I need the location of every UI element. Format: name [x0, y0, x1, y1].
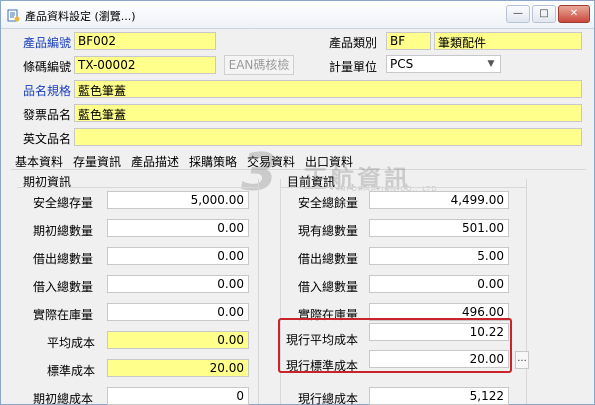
initial-row-value: 5,000.00 — [107, 191, 249, 209]
tab-purchase-strategy[interactable]: 採購策略 — [189, 153, 237, 170]
initial-row-value: 0.00 — [107, 219, 249, 237]
english-name-label: 英文品名 — [23, 132, 72, 146]
initial-row-label: 期初總成本 — [33, 392, 94, 405]
initial-row-label: 安全總存量 — [33, 196, 94, 210]
initial-row-value-editable[interactable]: 20.00 — [107, 359, 249, 377]
tab-content-border — [11, 169, 586, 170]
barcode-field[interactable]: TX-00002 — [74, 56, 216, 74]
tab-product-description[interactable]: 產品描述 — [131, 153, 179, 170]
maximize-button[interactable]: □ — [532, 5, 556, 23]
unit-label: 計量單位 — [329, 60, 378, 74]
product-category-name-field: 筆類配件 — [434, 32, 582, 50]
initial-row-label: 標準成本 — [47, 364, 96, 378]
unit-select-value: PCS — [390, 57, 414, 71]
initial-section-divider — [17, 187, 257, 188]
current-section-right-border — [526, 179, 527, 404]
initial-row-value-editable[interactable]: 0.00 — [107, 331, 249, 349]
product-code-label: 產品編號 — [23, 36, 72, 50]
initial-row-label: 借入總數量 — [33, 280, 94, 294]
spec-label: 品名規格 — [23, 84, 72, 98]
tab-basic-info[interactable]: 基本資料 — [15, 153, 63, 170]
product-category-label: 產品類別 — [329, 36, 378, 50]
chevron-down-icon[interactable]: ▼ — [484, 57, 498, 71]
english-name-field[interactable] — [74, 128, 582, 146]
current-row-label: 借入總數量 — [298, 280, 359, 294]
invoice-name-label: 發票品名 — [23, 108, 72, 122]
initial-section-right-border — [258, 179, 259, 404]
spec-field[interactable]: 藍色筆蓋 — [74, 80, 582, 98]
current-row-value: 5.00 — [369, 247, 509, 265]
current-row-value: 0.00 — [369, 275, 509, 293]
initial-row-value: 0.00 — [107, 303, 249, 321]
minimize-button[interactable]: — — [506, 5, 530, 23]
document-icon — [7, 9, 20, 22]
current-row-label: 借出總數量 — [298, 252, 359, 266]
initial-row-label: 借出總數量 — [33, 252, 94, 266]
title-bar: 產品資料設定 (瀏覽...) — □ ✕ — [1, 1, 594, 29]
initial-row-label: 期初總數量 — [33, 224, 94, 238]
initial-row-value: 0.00 — [107, 247, 249, 265]
tab-stock-info[interactable]: 存量資訊 — [73, 153, 121, 170]
ean-check-button[interactable]: EAN碼核檢 — [224, 55, 294, 75]
cost-highlight-box — [278, 318, 512, 373]
product-settings-window: 產品資料設定 (瀏覽...) — □ ✕ 產品編號 BF002 產品類別 BF … — [0, 0, 595, 405]
current-row-label: 安全總餘量 — [298, 196, 359, 210]
product-category-code-field[interactable]: BF — [386, 32, 431, 50]
current-row-value: 501.00 — [369, 219, 509, 237]
window-title: 產品資料設定 (瀏覽...) — [25, 10, 136, 23]
current-row-label: 現有總數量 — [298, 224, 359, 238]
initial-row-value: 0.00 — [107, 275, 249, 293]
initial-row-label: 平均成本 — [47, 336, 96, 350]
current-section-divider — [281, 187, 526, 188]
tab-transaction-data[interactable]: 交易資料 — [247, 153, 295, 170]
close-button[interactable]: ✕ — [558, 5, 590, 23]
tab-export-data[interactable]: 出口資料 — [305, 153, 353, 170]
standard-cost-more-button[interactable]: ... — [515, 351, 529, 369]
current-row-value: 5,122 — [369, 387, 509, 405]
barcode-label: 條碼編號 — [23, 60, 72, 74]
tab-bar: 基本資料 存量資訊 產品描述 採購策略 交易資料 出口資料 — [1, 151, 595, 169]
initial-row-value: 0 — [107, 387, 249, 405]
current-row-value: 4,499.00 — [369, 191, 509, 209]
product-code-field[interactable]: BF002 — [74, 32, 216, 50]
initial-row-label: 實際在庫量 — [33, 308, 94, 322]
unit-select[interactable]: PCS ▼ — [386, 55, 501, 73]
current-row-label: 現行總成本 — [298, 392, 359, 405]
invoice-name-field[interactable]: 藍色筆蓋 — [74, 104, 582, 122]
